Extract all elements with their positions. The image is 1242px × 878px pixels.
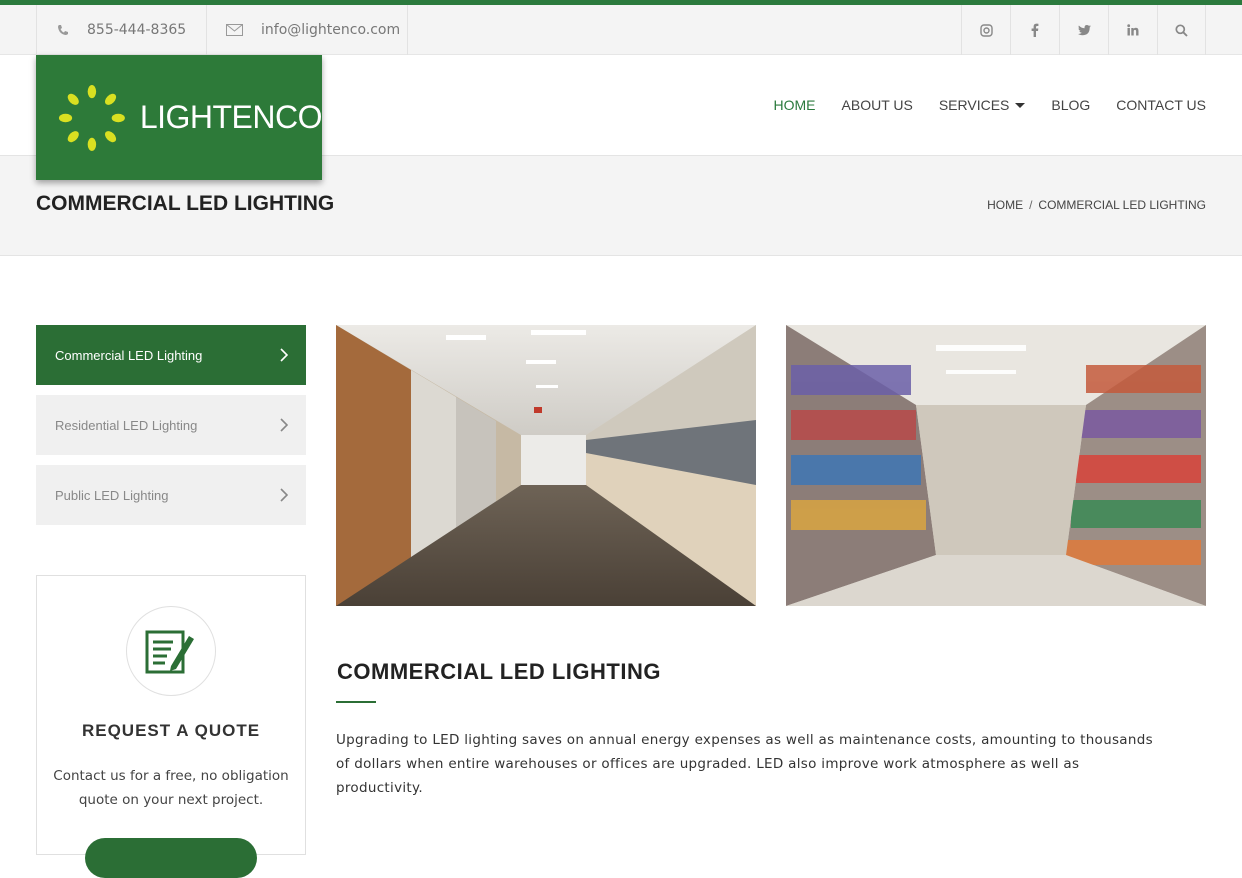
breadcrumb-home[interactable]: HOME <box>987 198 1023 212</box>
mail-icon <box>226 24 243 36</box>
search-icon[interactable] <box>1157 5 1206 55</box>
email-contact[interactable]: info@lightenco.com <box>207 5 408 55</box>
phone-number: 855-444-8365 <box>87 22 187 38</box>
quote-icon-circle <box>126 606 216 696</box>
instagram-icon[interactable] <box>961 5 1010 55</box>
document-edit-icon <box>145 630 194 674</box>
sidebar-item-commercial[interactable]: Commercial LED Lighting <box>36 325 306 385</box>
chevron-right-icon <box>280 348 288 362</box>
services-sidebar: Commercial LED Lighting Residential LED … <box>36 325 306 535</box>
chevron-right-icon <box>280 488 288 502</box>
linkedin-icon[interactable] <box>1108 5 1157 55</box>
office-hallway-photo <box>336 325 756 606</box>
breadcrumb: HOME / COMMERCIAL LED LIGHTING <box>987 198 1206 212</box>
title-underline <box>336 701 376 703</box>
quote-title: REQUEST A QUOTE <box>81 721 261 740</box>
sunburst-logo-icon <box>58 84 125 151</box>
request-quote-box: REQUEST A QUOTE Contact us for a free, n… <box>36 575 306 878</box>
email-address: info@lightenco.com <box>261 22 401 38</box>
main-nav: HOME ABOUT US SERVICES BLOG CONTACT US <box>748 55 1206 155</box>
phone-contact[interactable]: 855-444-8365 <box>36 5 207 55</box>
breadcrumb-separator: / <box>1029 198 1033 212</box>
page-title: COMMERCIAL LED LIGHTING <box>36 192 335 215</box>
top-bar: 855-444-8365 info@lightenco.com <box>0 5 1242 55</box>
quote-description: Contact us for a free, no obligation quo… <box>53 768 289 808</box>
nav-home[interactable]: HOME <box>774 97 816 113</box>
phone-icon <box>58 25 68 35</box>
nav-blog[interactable]: BLOG <box>1051 97 1090 113</box>
site-logo[interactable]: LIGHTENCO <box>36 55 323 180</box>
sidebar-item-label: Residential LED Lighting <box>55 417 198 433</box>
nav-services-label: SERVICES <box>938 97 1010 113</box>
nav-about[interactable]: ABOUT US <box>842 97 913 113</box>
breadcrumb-current: COMMERCIAL LED LIGHTING <box>1038 198 1206 212</box>
sidebar-item-label: Public LED Lighting <box>55 487 169 503</box>
site-header: LIGHTENCO HOME ABOUT US SERVICES BLOG CO… <box>0 55 1242 180</box>
request-quote-button[interactable] <box>85 838 257 878</box>
nav-contact[interactable]: CONTACT US <box>1116 97 1206 113</box>
logo-wordmark: LIGHTENCO <box>139 99 323 135</box>
twitter-icon[interactable] <box>1059 5 1108 55</box>
content-body: Upgrading to LED lighting saves on annua… <box>336 732 1153 796</box>
social-links <box>961 5 1206 55</box>
content-title: COMMERCIAL LED LIGHTING <box>337 659 661 684</box>
chevron-right-icon <box>280 418 288 432</box>
sidebar-item-residential[interactable]: Residential LED Lighting <box>36 395 306 455</box>
nav-services[interactable]: SERVICES <box>939 97 1026 113</box>
grocery-aisle-photo <box>786 325 1206 606</box>
facebook-icon[interactable] <box>1010 5 1059 55</box>
caret-down-icon <box>1015 102 1026 108</box>
sidebar-item-public[interactable]: Public LED Lighting <box>36 465 306 525</box>
sidebar-item-label: Commercial LED Lighting <box>55 347 203 363</box>
